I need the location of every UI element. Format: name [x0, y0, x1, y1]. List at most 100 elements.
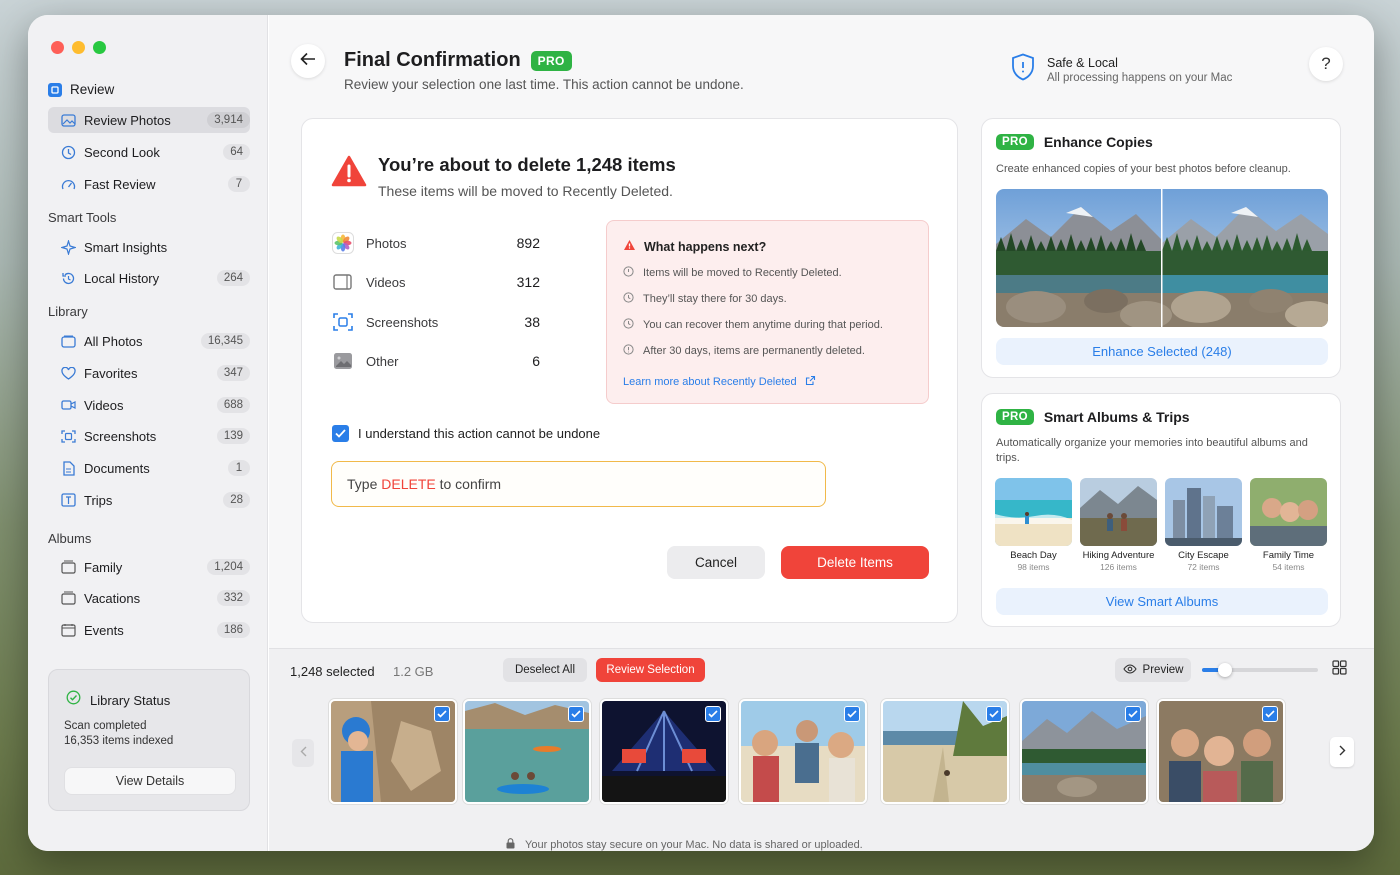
screenshot-icon: [332, 311, 354, 333]
delete-items-button[interactable]: Delete Items: [781, 546, 929, 579]
count-badge: 347: [216, 365, 250, 381]
sidebar-section-review[interactable]: Review: [48, 82, 114, 97]
review-icon: [48, 82, 62, 97]
album-beach-day[interactable]: Beach Day 98 items: [995, 478, 1072, 572]
photos-app-icon: [332, 232, 354, 254]
selected-checkbox[interactable]: [844, 706, 860, 722]
album-thumbnail: [1080, 478, 1157, 546]
smart-albums-title: Smart Albums & Trips: [1043, 409, 1190, 425]
sparkle-icon: [60, 239, 76, 255]
sidebar-item-vacations[interactable]: Vacations 332: [48, 585, 250, 611]
clock-icon: [623, 318, 634, 332]
scroll-right-button[interactable]: [1330, 737, 1354, 767]
help-button[interactable]: ?: [1309, 47, 1343, 81]
summary-row-photos: Photos 892: [332, 232, 540, 254]
selected-checkbox[interactable]: [705, 706, 721, 722]
sidebar-item-review-photos[interactable]: Review Photos 3,914: [48, 107, 250, 133]
cancel-button[interactable]: Cancel: [667, 546, 765, 579]
selected-photo-thumbnail[interactable]: [600, 699, 728, 804]
sidebar-item-documents[interactable]: Documents 1: [48, 455, 250, 481]
understand-checkbox-row[interactable]: I understand this action cannot be undon…: [332, 425, 600, 442]
scroll-left-button[interactable]: [292, 739, 314, 767]
album-thumbnail: [1250, 478, 1327, 546]
album-city-escape[interactable]: City Escape 72 items: [1165, 478, 1242, 572]
smart-albums-desc: Automatically organize your memories int…: [996, 437, 1308, 464]
sidebar-item-smart-insights[interactable]: Smart Insights: [48, 234, 250, 260]
zoom-slider-handle[interactable]: [1218, 663, 1233, 677]
screenshots-count: 38: [524, 314, 540, 330]
window-controls: [51, 41, 106, 54]
summary-row-screenshots: Screenshots 38: [332, 311, 540, 333]
sidebar-item-favorites[interactable]: Favorites 347: [48, 360, 250, 386]
privacy-footer: Your photos stay secure on your Mac. No …: [506, 838, 863, 851]
sidebar-item-fast-review[interactable]: Fast Review 7: [48, 171, 250, 197]
preview-toggle[interactable]: Preview: [1115, 658, 1191, 682]
grid-view-button[interactable]: [1326, 657, 1352, 683]
deselect-all-button[interactable]: Deselect All: [503, 658, 587, 682]
understand-checkbox[interactable]: [332, 425, 349, 442]
sidebar-item-all-photos[interactable]: All Photos 16,345: [48, 328, 250, 354]
heart-icon: [60, 365, 76, 381]
document-icon: [60, 460, 76, 476]
selected-checkbox[interactable]: [986, 706, 1002, 722]
album-hiking-adventure[interactable]: Hiking Adventure 126 items: [1080, 478, 1157, 572]
album-family-time[interactable]: Family Time 54 items: [1250, 478, 1327, 572]
sidebar-item-screenshots[interactable]: Screenshots 139: [48, 423, 250, 449]
confirm-subtitle: These items will be moved to Recently De…: [378, 183, 673, 199]
selected-photo-thumbnail[interactable]: [329, 699, 457, 804]
selected-photo-thumbnail[interactable]: [881, 699, 1009, 804]
sidebar-item-second-look[interactable]: Second Look 64: [48, 139, 250, 165]
arrow-left-icon: [300, 52, 316, 71]
delete-keyword: DELETE: [381, 476, 436, 492]
album-thumbnail: [995, 478, 1072, 546]
history-icon: [60, 270, 76, 286]
enhance-selected-button[interactable]: Enhance Selected (248): [996, 338, 1328, 365]
selected-photo-thumbnail[interactable]: [1157, 699, 1285, 804]
photos-count: 892: [516, 235, 540, 251]
selected-checkbox[interactable]: [1125, 706, 1141, 722]
main-content: Final Confirmation PRO Review your selec…: [269, 15, 1374, 648]
pro-badge: PRO: [530, 50, 572, 71]
view-smart-albums-button[interactable]: View Smart Albums: [996, 588, 1328, 615]
video-icon: [332, 271, 354, 293]
sidebar-section-smart-tools: Smart Tools: [48, 210, 117, 225]
sidebar-item-videos[interactable]: Videos 688: [48, 392, 250, 418]
clock-icon: [623, 266, 634, 280]
status-line-1: Scan completed: [64, 720, 147, 732]
selected-photo-thumbnail[interactable]: [1020, 699, 1148, 804]
what-happens-next-panel: What happens next? Items will be moved t…: [606, 220, 929, 404]
minimize-window-button[interactable]: [72, 41, 85, 54]
zoom-window-button[interactable]: [93, 41, 106, 54]
enhance-desc: Create enhanced copies of your best phot…: [996, 163, 1291, 175]
learn-more-link[interactable]: Learn more about Recently Deleted: [623, 375, 816, 389]
enhance-copies-card: PRO Enhance Copies Create enhanced copie…: [981, 118, 1341, 378]
sidebar-item-local-history[interactable]: Local History 264: [48, 265, 250, 291]
other-count: 6: [532, 353, 540, 369]
count-badge: 1: [228, 460, 250, 476]
close-window-button[interactable]: [51, 41, 64, 54]
clock-icon: [60, 144, 76, 160]
zoom-slider[interactable]: [1202, 663, 1318, 677]
next-item: They’ll stay there for 30 days.: [623, 292, 787, 306]
next-item: You can recover them anytime during that…: [623, 318, 883, 332]
grid-icon: [1331, 660, 1347, 680]
view-details-button[interactable]: View Details: [64, 767, 236, 795]
sidebar-item-trips[interactable]: Trips 28: [48, 487, 250, 513]
back-button[interactable]: [291, 44, 325, 78]
sidebar-item-events[interactable]: Events 186: [48, 617, 250, 643]
count-badge: 332: [216, 590, 250, 606]
screenshot-icon: [60, 428, 76, 444]
selected-checkbox[interactable]: [434, 706, 450, 722]
delete-confirm-input[interactable]: Type DELETE to confirm: [331, 461, 826, 507]
eye-icon: [1122, 663, 1137, 677]
selected-checkbox[interactable]: [1262, 706, 1278, 722]
image-icon: [332, 350, 354, 372]
pro-badge: PRO: [996, 409, 1034, 425]
selected-photo-thumbnail[interactable]: [463, 699, 591, 804]
review-selection-button[interactable]: Review Selection: [596, 658, 705, 682]
selected-photo-thumbnail[interactable]: [739, 699, 867, 804]
status-title: Library Status: [90, 692, 171, 708]
sidebar-item-family[interactable]: Family 1,204: [48, 554, 250, 580]
selected-checkbox[interactable]: [568, 706, 584, 722]
video-icon: [60, 397, 76, 413]
